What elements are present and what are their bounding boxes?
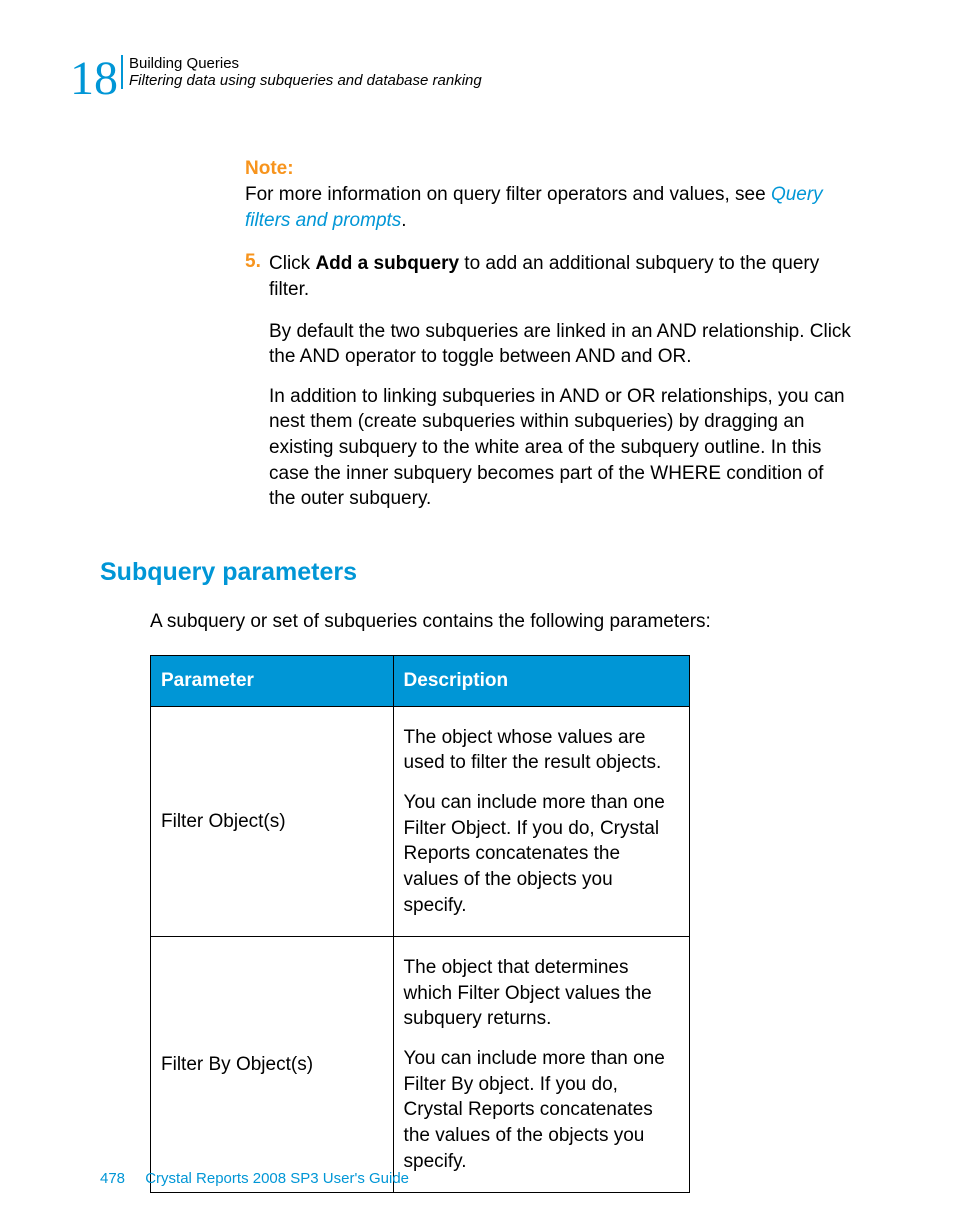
main-content: Note: For more information on query filt… bbox=[245, 158, 854, 512]
step-text-a: Click bbox=[269, 253, 315, 274]
desc-p2: You can include more than one Filter By … bbox=[404, 1046, 679, 1174]
step-paragraph-2: In addition to linking subqueries in AND… bbox=[269, 384, 854, 512]
parameter-table: Parameter Description Filter Object(s) T… bbox=[150, 655, 690, 1194]
note-body: For more information on query filter ope… bbox=[245, 182, 854, 233]
header-subtitle: Filtering data using subqueries and data… bbox=[129, 72, 482, 89]
table-row: Filter By Object(s) The object that dete… bbox=[151, 937, 690, 1193]
section-heading: Subquery parameters bbox=[100, 558, 884, 587]
header-title: Building Queries bbox=[129, 55, 482, 72]
step-bold: Add a subquery bbox=[315, 253, 459, 274]
footer-title: Crystal Reports 2008 SP3 User's Guide bbox=[145, 1170, 409, 1187]
cell-param: Filter By Object(s) bbox=[151, 937, 394, 1193]
step-5: 5. Click Add a subquery to add an additi… bbox=[245, 251, 854, 302]
table-header-row: Parameter Description bbox=[151, 655, 690, 706]
cell-desc: The object whose values are used to filt… bbox=[393, 706, 689, 936]
page-header: 18 Building Queries Filtering data using… bbox=[70, 55, 884, 103]
table-row: Filter Object(s) The object whose values… bbox=[151, 706, 690, 936]
th-description: Description bbox=[393, 655, 689, 706]
page-container: 18 Building Queries Filtering data using… bbox=[0, 0, 954, 1227]
footer-page-number: 478 bbox=[100, 1170, 125, 1187]
note-label: Note: bbox=[245, 158, 854, 180]
cell-param: Filter Object(s) bbox=[151, 706, 394, 936]
step-number: 5. bbox=[245, 251, 269, 302]
section-intro: A subquery or set of subqueries contains… bbox=[150, 609, 884, 635]
step-body: Click Add a subquery to add an additiona… bbox=[269, 251, 854, 302]
cell-desc: The object that determines which Filter … bbox=[393, 937, 689, 1193]
desc-p1: The object whose values are used to filt… bbox=[404, 725, 679, 776]
note-suffix: . bbox=[401, 210, 406, 231]
header-text-block: Building Queries Filtering data using su… bbox=[121, 55, 482, 89]
desc-p1: The object that determines which Filter … bbox=[404, 955, 679, 1032]
note-prefix: For more information on query filter ope… bbox=[245, 184, 771, 205]
th-parameter: Parameter bbox=[151, 655, 394, 706]
page-footer: 478 Crystal Reports 2008 SP3 User's Guid… bbox=[100, 1170, 409, 1187]
chapter-number: 18 bbox=[70, 55, 118, 103]
step-paragraph-1: By default the two subqueries are linked… bbox=[269, 319, 854, 370]
desc-p2: You can include more than one Filter Obj… bbox=[404, 790, 679, 918]
